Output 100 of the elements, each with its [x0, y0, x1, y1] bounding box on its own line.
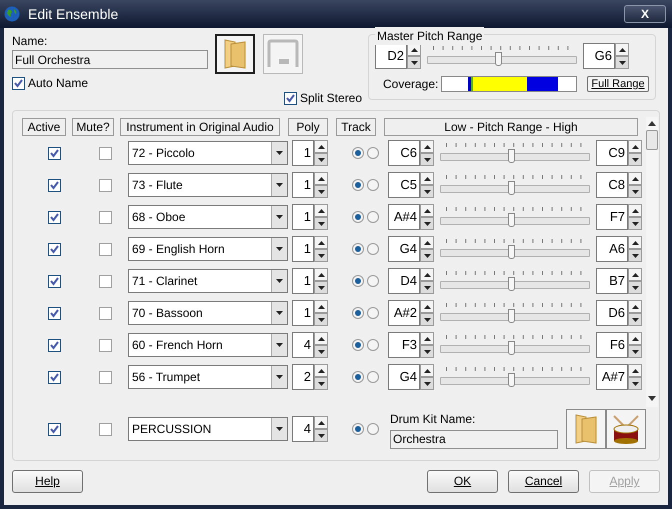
checkbox[interactable] [284, 92, 297, 104]
radio-button[interactable] [352, 179, 364, 191]
radio-button[interactable] [367, 211, 379, 223]
instrument-dropdown[interactable]: 73 - Flute [128, 173, 288, 197]
spin-up-button[interactable] [420, 236, 434, 249]
spin-down-button[interactable] [628, 249, 642, 262]
high-pitch-field[interactable]: G6 [583, 43, 615, 69]
poly-field[interactable]: 1 [292, 268, 314, 294]
spin-down-button[interactable] [314, 249, 328, 262]
spin-up-button[interactable] [314, 268, 328, 281]
high-pitch-field[interactable]: A#7 [596, 364, 628, 390]
checkbox[interactable] [48, 422, 60, 436]
spin-up-button[interactable] [420, 172, 434, 185]
slider-thumb[interactable] [508, 277, 515, 291]
spin-up-button[interactable] [628, 268, 642, 281]
radio-button[interactable] [367, 179, 379, 191]
radio-button[interactable] [367, 371, 379, 383]
slider-thumb[interactable] [508, 373, 515, 387]
spin-down-button[interactable] [628, 217, 642, 230]
radio-button[interactable] [367, 307, 379, 319]
slider-thumb[interactable] [508, 309, 515, 323]
checkbox[interactable] [98, 306, 112, 320]
high-pitch-field[interactable]: D6 [596, 300, 628, 326]
checkbox[interactable] [48, 242, 60, 256]
checkbox[interactable] [48, 338, 60, 352]
checkbox[interactable] [98, 210, 112, 224]
checkbox[interactable] [98, 274, 112, 288]
spin-down-button[interactable] [314, 153, 328, 166]
slider-thumb[interactable] [508, 213, 515, 227]
column-header[interactable]: Low - Pitch Range - High [384, 118, 638, 136]
radio-button[interactable] [352, 423, 364, 435]
spin-down-button[interactable] [314, 185, 328, 198]
high-pitch-field[interactable]: F6 [596, 332, 628, 358]
high-pitch-field[interactable]: C8 [596, 172, 628, 198]
high-pitch-field[interactable]: B7 [596, 268, 628, 294]
scrollbar[interactable] [646, 117, 658, 407]
slider-thumb[interactable] [508, 341, 515, 355]
low-pitch-field[interactable]: A#4 [388, 204, 420, 230]
drum-kit-button[interactable] [606, 409, 646, 449]
instrument-dropdown[interactable]: 71 - Clarinet [128, 269, 288, 293]
spin-down-button[interactable] [420, 153, 434, 166]
spin-down-button[interactable] [420, 217, 434, 230]
checkbox[interactable] [48, 274, 60, 288]
poly-field[interactable]: 1 [292, 140, 314, 166]
scrollbar-thumb[interactable] [646, 130, 658, 150]
spin-down-button[interactable] [615, 56, 629, 69]
spin-up-button[interactable] [628, 364, 642, 377]
radio-button[interactable] [367, 147, 379, 159]
spin-up-button[interactable] [314, 204, 328, 217]
open-folder-button[interactable] [215, 34, 255, 74]
dialog-button[interactable]: OK [427, 470, 498, 492]
spin-down-button[interactable] [628, 281, 642, 294]
instrument-dropdown[interactable]: 68 - Oboe [128, 205, 288, 229]
radio-button[interactable] [367, 243, 379, 255]
spin-down-button[interactable] [314, 217, 328, 230]
spin-down-button[interactable] [420, 249, 434, 262]
instrument-dropdown[interactable]: 60 - French Horn [128, 333, 288, 357]
spin-down-button[interactable] [314, 313, 328, 326]
spin-down-button[interactable] [420, 281, 434, 294]
column-header[interactable]: Mute? [72, 118, 114, 136]
spin-up-button[interactable] [314, 364, 328, 377]
full-range-button[interactable]: Full Range [587, 76, 649, 92]
low-pitch-field[interactable]: C5 [388, 172, 420, 198]
spin-down-button[interactable] [314, 377, 328, 390]
instrument-dropdown[interactable]: PERCUSSION [128, 417, 288, 441]
poly-field[interactable]: 1 [292, 204, 314, 230]
radio-button[interactable] [367, 275, 379, 287]
spin-up-button[interactable] [314, 416, 328, 429]
radio-button[interactable] [367, 339, 379, 351]
spin-up-button[interactable] [314, 236, 328, 249]
spin-up-button[interactable] [314, 300, 328, 313]
spin-down-button[interactable] [314, 281, 328, 294]
spin-up-button[interactable] [628, 204, 642, 217]
radio-button[interactable] [352, 211, 364, 223]
column-header[interactable]: Active [22, 118, 66, 136]
checkbox[interactable] [48, 178, 60, 192]
low-pitch-field[interactable]: F3 [388, 332, 420, 358]
column-header[interactable]: Poly [288, 118, 328, 136]
low-pitch-field[interactable]: G4 [388, 236, 420, 262]
spin-down-button[interactable] [420, 377, 434, 390]
checkbox[interactable] [98, 146, 112, 160]
spin-up-button[interactable] [628, 172, 642, 185]
spin-up-button[interactable] [314, 172, 328, 185]
radio-button[interactable] [352, 307, 364, 319]
checkbox[interactable] [48, 306, 60, 320]
low-pitch-field[interactable]: G4 [388, 364, 420, 390]
poly-field[interactable]: 4 [292, 332, 314, 358]
high-pitch-field[interactable]: C9 [596, 140, 628, 166]
checkbox[interactable] [48, 210, 60, 224]
spin-up-button[interactable] [615, 43, 629, 56]
spin-down-button[interactable] [420, 345, 434, 358]
column-header[interactable]: Instrument in Original Audio [120, 118, 280, 136]
close-button[interactable]: X [624, 5, 666, 23]
spin-up-button[interactable] [628, 236, 642, 249]
spin-down-button[interactable] [628, 345, 642, 358]
spin-up-button[interactable] [420, 268, 434, 281]
spin-up-button[interactable] [420, 204, 434, 217]
slider-thumb[interactable] [508, 181, 515, 195]
checkbox-label[interactable]: Auto Name [28, 74, 88, 92]
dialog-button[interactable]: Cancel [508, 470, 579, 492]
